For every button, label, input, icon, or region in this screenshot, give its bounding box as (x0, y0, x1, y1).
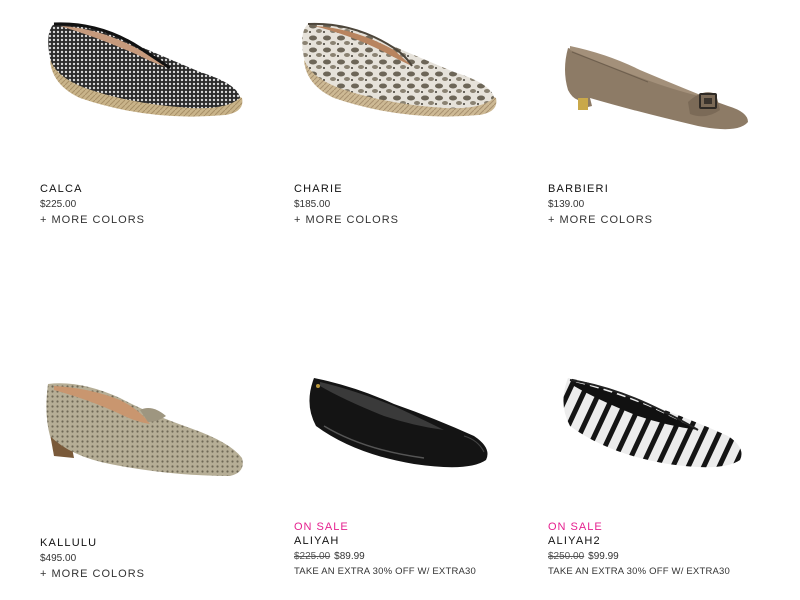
product-name[interactable]: BARBIERI (548, 182, 768, 197)
shoe-espadrille-snakeskin-icon (302, 22, 497, 117)
product-price: $225.00 $89.99 (294, 549, 514, 564)
original-price: $225.00 (294, 551, 331, 562)
product-image-kallulu[interactable] (40, 364, 260, 494)
shoe-espadrille-studded-icon (48, 22, 243, 117)
product-price: $495.00 (40, 553, 77, 564)
product-image-calca[interactable] (40, 10, 260, 140)
product-name[interactable]: KALLULU (40, 536, 260, 551)
product-price: $185.00 (294, 199, 331, 210)
sale-badge: ON SALE (294, 521, 349, 533)
more-colors-link[interactable]: + MORE COLORS (548, 212, 768, 228)
more-colors-link[interactable]: + MORE COLORS (294, 212, 514, 228)
shoe-flat-bow-icon (565, 46, 748, 130)
original-price: $250.00 (548, 551, 585, 562)
shoe-loafer-studded-icon (46, 383, 243, 476)
product-price: $225.00 (40, 199, 77, 210)
product-image-charie[interactable] (294, 10, 514, 140)
product-name[interactable]: ALIYAH (294, 534, 514, 549)
more-colors-link[interactable]: + MORE COLORS (40, 212, 260, 228)
promo-text: TAKE AN EXTRA 30% OFF W/ EXTRA30 (548, 566, 731, 577)
product-grid: CALCA $225.00 + MORE COLORS CHARIE $185.… (0, 0, 800, 600)
product-image-barbieri[interactable] (548, 10, 768, 140)
sale-price: $99.99 (588, 551, 619, 562)
more-colors-link[interactable]: + MORE COLORS (40, 566, 260, 582)
product-price: $139.00 (548, 199, 585, 210)
shoe-ballet-flat-zebra-icon (563, 378, 742, 468)
product-name[interactable]: CALCA (40, 182, 260, 197)
product-price: $250.00 $99.99 (548, 549, 768, 564)
promo-text: TAKE AN EXTRA 30% OFF W/ EXTRA30 (294, 566, 477, 577)
shoe-ballet-flat-black-icon (309, 378, 488, 468)
product-name[interactable]: ALIYAH2 (548, 534, 768, 549)
product-image-aliyah[interactable] (294, 364, 514, 494)
sale-badge: ON SALE (548, 521, 603, 533)
product-name[interactable]: CHARIE (294, 182, 514, 197)
sale-price: $89.99 (334, 551, 365, 562)
product-image-aliyah2[interactable] (548, 364, 768, 494)
